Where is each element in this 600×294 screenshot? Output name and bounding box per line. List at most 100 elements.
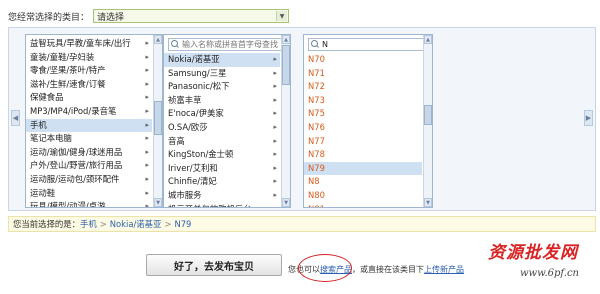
list-item[interactable]: KingSton/金士顿 ▸ (164, 148, 280, 162)
list-item[interactable]: Iriver/艾利和 ▸ (164, 162, 280, 176)
list-item[interactable]: N77 (304, 135, 422, 149)
chevron-right-icon: ▸ (273, 122, 277, 131)
list-item[interactable]: 滋补/生鲜/速食/订餐 ▸ (26, 78, 152, 92)
list-item[interactable]: 运动鞋 ▸ (26, 187, 152, 201)
list-item[interactable]: 保健食品 ▸ (26, 91, 152, 105)
scroll-thumb[interactable] (154, 101, 162, 135)
list-item[interactable]: 户外/登山/野营/旅行用品 ▸ (26, 159, 152, 173)
search-icon (311, 40, 320, 49)
scrollbar[interactable]: ▲ ▼ (281, 35, 290, 207)
scroll-thumb[interactable] (282, 45, 290, 85)
scroll-down-icon[interactable]: ▼ (424, 198, 432, 207)
scrollbar[interactable]: ▲ ▼ (153, 35, 162, 207)
list-item[interactable]: O.SA/欧莎 ▸ (164, 121, 280, 135)
list-item[interactable]: N81 (304, 203, 422, 207)
scroll-thumb[interactable] (424, 105, 432, 125)
breadcrumb-item[interactable]: N79 (174, 219, 191, 229)
chevron-right-icon: ▸ (273, 190, 277, 199)
recent-category-row: 您经常选择的类目： 请选择 ▼ (8, 9, 290, 23)
list-item[interactable]: 城市服务 ▸ (164, 189, 280, 203)
chevron-right-icon: ▸ (145, 120, 149, 129)
category-list-3: N70N71N72N73N75N76N77N78N79N8N80N81 (304, 53, 422, 207)
chevron-right-icon: ▸ (145, 202, 149, 208)
category-list-1: 益智玩具/早教/童车床/出行 ▸ 童装/童鞋/孕妇装 ▸ 零食/坚果/茶叶/特产 ▸ 滋补/… (26, 37, 152, 208)
list-item[interactable]: N78 (304, 148, 422, 162)
chevron-right-icon: ▸ (273, 68, 277, 77)
chevron-right-icon: ▸ (273, 55, 277, 63)
list-item[interactable]: N73 (304, 94, 422, 108)
dropdown-arrow-icon[interactable]: ▼ (276, 11, 288, 21)
chevron-right-icon: ▸ (145, 106, 149, 115)
chevron-right-icon: ▸ (145, 161, 149, 170)
list-item[interactable]: N8 (304, 175, 422, 189)
category-column-1: 益智玩具/早教/童车床/出行 ▸ 童装/童鞋/孕妇装 ▸ 零食/坚果/茶叶/特产 ▸ 滋补/… (25, 34, 163, 208)
chevron-right-icon: ▸ (273, 109, 277, 118)
list-item[interactable]: N70 (304, 53, 422, 67)
breadcrumb-item[interactable]: 手机 (80, 219, 97, 229)
list-item[interactable]: Nokia/诺基亚 ▸ (164, 53, 280, 67)
chevron-right-icon: ▸ (145, 188, 149, 197)
list-item[interactable]: 手机 ▸ (26, 118, 152, 133)
list-item[interactable]: 童装/童鞋/孕妇装 ▸ (26, 51, 152, 65)
list-item[interactable]: 运动/瑜伽/健身/球迷用品 ▸ (26, 146, 152, 160)
current-selection: 您当前选择的是： 手机 > Nokia/诺基亚 > N79 (8, 216, 596, 232)
list-item[interactable]: 祯富丰草 ▸ (164, 94, 280, 108)
scroll-down-icon[interactable]: ▼ (154, 198, 162, 207)
list-item[interactable]: N80 (304, 189, 422, 203)
list-item[interactable]: N76 (304, 121, 422, 135)
list-item[interactable]: N71 (304, 67, 422, 81)
chevron-right-icon: ▸ (145, 66, 149, 75)
chevron-right-icon: ▸ (273, 203, 277, 207)
list-item[interactable]: 运动服/运动包/颈环配件 ▸ (26, 173, 152, 187)
chevron-right-icon: ▸ (273, 163, 277, 172)
breadcrumb-item[interactable]: Nokia/诺基亚 (110, 219, 162, 229)
list-item[interactable]: Chinfie/清妃 ▸ (164, 175, 280, 189)
model-search-input[interactable] (322, 40, 422, 49)
category-column-2: Nokia/诺基亚▸Samsung/三星▸Panasonic/松下▸祯富丰草▸E… (163, 34, 291, 208)
category-picker: ◀ ▶ 益智玩具/早教/童车床/出行 ▸ 童装/童鞋/孕妇装 ▸ 零食/坚果/茶叶/特产… (8, 27, 596, 211)
scroll-up-icon[interactable]: ▲ (424, 35, 432, 44)
chevron-right-icon: ▸ (145, 134, 149, 143)
watermark-url: www.6pf.cn (520, 268, 579, 279)
list-item[interactable]: E'noca/伊美家 ▸ (164, 107, 280, 121)
scroll-up-icon[interactable]: ▲ (154, 35, 162, 44)
list-item[interactable]: N79 (304, 161, 422, 176)
chevron-right-icon: ▸ (273, 136, 277, 145)
list-item[interactable]: 玩具/模型/动漫/桌游 ▸ (26, 200, 152, 208)
chevron-right-icon: ▸ (145, 147, 149, 156)
list-item[interactable]: 音高 ▸ (164, 135, 280, 149)
model-search-box[interactable] (308, 38, 428, 51)
list-item[interactable]: 零食/坚果/茶叶/特产 ▸ (26, 64, 152, 78)
scroll-left-icon[interactable]: ◀ (11, 110, 20, 126)
chevron-right-icon: ▸ (273, 95, 277, 104)
list-item[interactable]: 机元开关包的购机后台▸ (164, 203, 280, 207)
breadcrumb: 手机 > Nokia/诺基亚 > N79 (80, 218, 191, 230)
list-item[interactable]: 笔记本电脑 ▸ (26, 132, 152, 146)
chevron-right-icon: ▸ (145, 39, 149, 47)
chevron-right-icon: ▸ (273, 177, 277, 186)
recent-category-label: 您经常选择的类目： (8, 12, 90, 23)
current-selection-label: 您当前选择的是： (13, 219, 80, 229)
scroll-up-icon[interactable]: ▲ (282, 35, 290, 44)
search-icon (171, 40, 180, 49)
list-item[interactable]: MP3/MP4/iPod/录音笔 ▸ (26, 105, 152, 119)
brand-search-box[interactable] (168, 38, 286, 51)
recent-category-select[interactable]: 请选择 ▼ (93, 9, 290, 23)
brand-search-input[interactable] (182, 40, 282, 49)
publish-button[interactable]: 好了，去发布宝贝 (146, 254, 282, 276)
chevron-right-icon: ▸ (145, 93, 149, 102)
list-item[interactable]: N72 (304, 80, 422, 94)
list-item[interactable]: Panasonic/松下 ▸ (164, 80, 280, 94)
upload-product-link[interactable]: 上传新产品 (424, 265, 464, 274)
list-item[interactable]: 益智玩具/早教/童车床/出行 ▸ (26, 37, 152, 51)
scroll-right-icon[interactable]: ▶ (584, 110, 593, 126)
watermark-title: 资源批发网 (488, 243, 578, 263)
list-item[interactable]: N75 (304, 107, 422, 121)
note-middle: ，或直接在该类目下 (352, 265, 424, 274)
list-item[interactable]: Samsung/三星 ▸ (164, 67, 280, 81)
chevron-right-icon: ▸ (273, 150, 277, 159)
scroll-down-icon[interactable]: ▼ (282, 198, 290, 207)
breadcrumb-separator: > (164, 219, 172, 229)
chevron-right-icon: ▸ (273, 82, 277, 91)
scrollbar[interactable]: ▲ ▼ (423, 35, 432, 207)
